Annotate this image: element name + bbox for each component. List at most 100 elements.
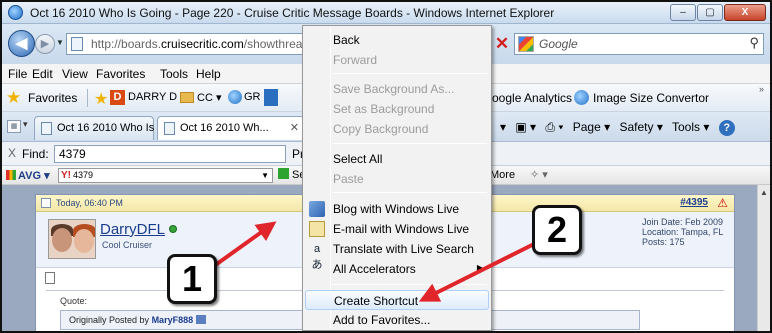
menu-item-back[interactable]: Back [305, 30, 489, 50]
internet-explorer-icon [8, 5, 23, 20]
print-icon[interactable]: ⎙ ▾ [545, 120, 563, 134]
close-tab-icon[interactable]: ✕ [290, 121, 299, 134]
menu-item-email-live[interactable]: E-mail with Windows Live [305, 219, 489, 239]
tools-menu[interactable]: Tools ▾ [672, 120, 709, 134]
menu-item-blog-live[interactable]: Blog with Windows Live [305, 199, 489, 219]
quote-author-link[interactable]: MaryF888 [152, 315, 194, 325]
menu-item-set-background: Set as Background [333, 102, 435, 116]
menu-favorites[interactable]: Favorites [96, 67, 145, 81]
favorite-cc[interactable]: CC ▾ [197, 91, 221, 104]
post-number-link[interactable]: #4395 [680, 197, 708, 208]
menu-edit[interactable]: Edit [32, 67, 53, 81]
search-box[interactable]: Google ⚲ [514, 33, 764, 55]
google-icon [518, 36, 534, 52]
menu-tools[interactable]: Tools [160, 67, 188, 81]
page-icon [71, 37, 83, 51]
submenu-arrow-icon: ▶ [476, 263, 483, 272]
minimize-button[interactable]: – [670, 4, 696, 21]
avg-logo[interactable]: AVG ▾ [6, 169, 50, 182]
quote-attribution: Originally Posted by MaryF888 [69, 315, 207, 325]
menu-item-save-background: Save Background As... [333, 82, 455, 96]
menu-separator [333, 73, 487, 74]
menu-separator [333, 192, 487, 193]
page-icon [41, 122, 52, 135]
window-title: Oct 16 2010 Who Is Going - Page 220 - Cr… [30, 6, 555, 20]
page-menu[interactable]: Page ▾ [573, 120, 610, 134]
tab-2[interactable]: Oct 16 2010 Wh... ✕ [157, 116, 305, 140]
menu-item-forward: Forward [333, 53, 378, 67]
step-badge-1: 1 [167, 254, 217, 304]
menu-item-add-to-favorites[interactable]: Add to Favorites... [305, 310, 489, 330]
back-button[interactable]: ◀ [8, 30, 35, 57]
blog-icon [309, 201, 325, 217]
close-find-icon[interactable]: X [8, 146, 16, 160]
close-button[interactable]: X [724, 4, 766, 21]
divider [87, 89, 88, 107]
search-icon[interactable]: ⚲ [749, 35, 759, 51]
quick-tabs-icon[interactable]: ▦ [7, 120, 21, 133]
favorite-image-size-convertor[interactable]: Image Size Convertor [593, 91, 709, 105]
menu-separator [333, 143, 487, 144]
help-icon[interactable]: ? [718, 120, 735, 136]
yahoo-icon: Y! [61, 170, 71, 181]
tab-1[interactable]: Oct 16 2010 Who Is ... [34, 116, 166, 140]
translate-icon: aあ [311, 243, 323, 271]
chevron-icon[interactable]: » [759, 84, 764, 94]
username-link[interactable]: DarryDFL [100, 221, 178, 238]
ie-page-icon [574, 90, 589, 105]
forward-button[interactable]: ▶ [35, 34, 55, 54]
favorite-google-analytics[interactable]: oogle Analytics [492, 91, 572, 105]
menu-item-all-accelerators[interactable]: All Accelerators ▶ [305, 259, 489, 279]
favorite-gr[interactable]: GR [244, 91, 261, 103]
menu-item-translate[interactable]: aあ Translate with Live Search [305, 239, 489, 271]
linkedin-icon[interactable] [264, 89, 278, 106]
avg-more-button[interactable]: More [490, 169, 515, 181]
folder-icon [180, 92, 194, 103]
feeds-icon[interactable]: ▣ ▾ [515, 120, 536, 134]
stop-icon[interactable]: ✕ [492, 34, 512, 54]
avg-extra-icon[interactable]: ✧ ▾ [530, 168, 548, 181]
menu-item-select-all[interactable]: Select All [305, 149, 489, 169]
menu-item-create-shortcut[interactable]: Create Shortcut [305, 290, 489, 310]
join-date: Join Date: Feb 2009 [642, 217, 724, 227]
favorite-darry-d[interactable]: DARRY D [128, 91, 177, 103]
home-icon[interactable]: ▾ [500, 120, 506, 134]
menu-item-paste: Paste [333, 172, 364, 186]
find-input[interactable]: 4379 [54, 145, 286, 163]
step-badge-2: 2 [532, 205, 582, 255]
page-icon [164, 122, 175, 135]
maximize-button[interactable]: ▢ [697, 4, 723, 21]
document-icon [45, 272, 55, 284]
favorites-button[interactable]: Favorites [28, 91, 77, 105]
user-title: Cool Cruiser [102, 240, 153, 250]
find-label: Find: [22, 147, 49, 161]
menu-separator [333, 284, 487, 285]
email-icon [309, 221, 325, 237]
menu-help[interactable]: Help [196, 67, 221, 81]
menu-view[interactable]: View [62, 67, 88, 81]
view-post-icon[interactable] [196, 315, 207, 324]
quote-label: Quote: [60, 296, 88, 306]
post-count: Posts: 175 [642, 237, 685, 247]
report-icon[interactable]: ⚠ [717, 196, 728, 210]
favorites-star-icon[interactable]: ★ [6, 89, 21, 106]
location: Location: Tampa, FL [642, 227, 724, 237]
avg-search-field[interactable]: Y! 4379 ▼ [58, 168, 273, 183]
recent-pages-dropdown-icon[interactable]: ▼ [56, 38, 64, 47]
safety-menu[interactable]: Safety ▾ [619, 120, 662, 134]
add-favorite-icon[interactable]: ★ [94, 89, 108, 109]
search-placeholder: Google [539, 37, 578, 51]
dropdown-icon[interactable]: ▼ [261, 169, 269, 182]
site-favicon: D [110, 90, 125, 105]
title-bar: Oct 16 2010 Who Is Going - Page 220 - Cr… [2, 2, 770, 24]
menu-file[interactable]: File [8, 67, 27, 81]
post-icon [41, 198, 51, 208]
tab-title: Oct 16 2010 Who Is ... [57, 122, 167, 134]
post-date: Today, 06:40 PM [56, 198, 123, 208]
scroll-up-icon[interactable]: ▲ [760, 188, 768, 197]
vertical-scrollbar[interactable]: ▲ [757, 185, 770, 331]
window-controls: – ▢ X [670, 4, 766, 21]
tab-list-dropdown-icon[interactable]: ▾ [23, 119, 28, 130]
avatar[interactable] [48, 219, 96, 259]
ie-page-icon [228, 90, 242, 104]
